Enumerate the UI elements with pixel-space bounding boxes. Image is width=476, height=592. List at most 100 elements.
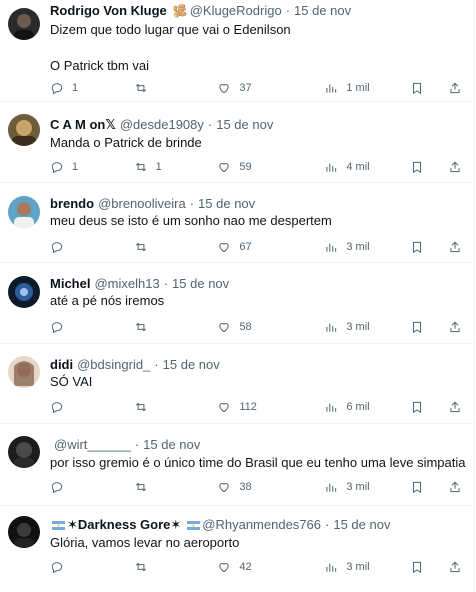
reply-icon [51,562,63,574]
bookmark-button[interactable] [410,160,424,174]
tweet[interactable]: brendo @brenooliveira · 15 de nov meu de… [0,183,474,263]
share-icon [450,321,460,333]
timestamp[interactable]: 15 de nov [294,2,351,20]
author-handle[interactable]: @KlugeRodrigo [190,2,282,20]
bookmark-button[interactable] [410,320,424,334]
like-button[interactable]: 38 [217,480,324,494]
share-button[interactable] [448,240,462,254]
avatar[interactable] [8,276,40,308]
bookmark-button[interactable] [410,400,424,414]
bookmark-button[interactable] [410,560,424,574]
dot-separator: · [163,276,169,291]
tweet-text: Dizem que todo lugar que vai o Edenilson… [50,22,291,73]
heart-icon [219,403,229,413]
tweet[interactable]: didi @bdsingrid_ · 15 de nov SÓ VAI 112 … [0,344,474,424]
views-button[interactable]: 3 mil [324,560,410,574]
author-handle[interactable]: @Rhyanmendes766 [202,516,321,534]
like-button[interactable]: 112 [217,400,324,414]
tweet[interactable]: @wirt______ · 15 de nov por isso gremio … [0,424,474,506]
reply-button[interactable]: 1 [50,160,134,174]
reply-button[interactable] [50,560,134,574]
bookmark-icon [413,241,421,254]
replies-feed: Rodrigo Von Kluge 🫚 @KlugeRodrigo · 15 d… [0,0,475,592]
retweet-button[interactable] [134,560,218,574]
views-button[interactable]: 3 mil [324,240,410,254]
like-button[interactable]: 42 [217,560,324,574]
avatar[interactable] [8,196,40,228]
share-icon [450,241,460,253]
tweet-text: Manda o Patrick de brinde [50,135,202,150]
views-icon [326,243,337,252]
views-icon [326,163,337,172]
emoji-icon: 🫚 [172,4,188,18]
avatar[interactable] [8,8,40,40]
retweet-button[interactable] [134,81,218,95]
author-name[interactable]: C A M on𝕏 [50,116,116,134]
retweet-icon [135,242,146,252]
dot-separator: · [134,437,140,452]
timestamp[interactable]: 15 de nov [163,356,220,374]
views-button[interactable]: 4 mil [324,160,410,174]
like-button[interactable]: 67 [217,240,324,254]
bookmark-button[interactable] [410,240,424,254]
share-button[interactable] [448,400,462,414]
retweet-button[interactable]: 1 [134,160,218,174]
reply-button[interactable]: 1 [50,81,134,95]
like-count: 58 [239,321,252,333]
retweet-button[interactable] [134,480,218,494]
author-name[interactable]: didi [50,356,73,374]
tweet[interactable]: Michel @mixelh13 · 15 de nov até a pé nó… [0,263,474,344]
reply-button[interactable] [50,320,134,334]
author-handle[interactable]: @bdsingrid_ [77,356,150,374]
reply-button[interactable] [50,400,134,414]
like-button[interactable]: 37 [217,81,324,95]
view-count: 3 mil [346,481,370,493]
author-handle[interactable]: @brenooliveira [98,195,186,213]
dot-separator: · [285,3,291,18]
retweet-icon [135,162,146,172]
share-button[interactable] [448,480,462,494]
author-handle[interactable]: @desde1908y [120,116,204,134]
timestamp[interactable]: 15 de nov [198,195,255,213]
retweet-button[interactable] [134,400,218,414]
tweet[interactable]: C A M on𝕏 @desde1908y · 15 de nov Manda … [0,102,474,183]
retweet-icon [135,402,146,412]
views-button[interactable]: 6 mil [324,400,410,414]
author-name[interactable]: brendo [50,195,94,213]
share-button[interactable] [448,560,462,574]
avatar[interactable] [8,114,40,146]
like-button[interactable]: 58 [217,320,324,334]
timestamp[interactable]: 15 de nov [143,436,200,454]
bookmark-button[interactable] [410,81,424,95]
author-name[interactable]: Michel [50,275,90,293]
like-button[interactable]: 59 [217,160,324,174]
views-button[interactable]: 3 mil [324,320,410,334]
reply-count: 1 [72,82,79,94]
share-button[interactable] [448,160,462,174]
bookmark-button[interactable] [410,480,424,494]
share-icon [450,561,460,573]
reply-button[interactable] [50,240,134,254]
bookmark-icon [413,161,421,174]
views-button[interactable]: 1 mil [324,81,410,95]
avatar[interactable] [8,436,40,468]
reply-button[interactable] [50,480,134,494]
timestamp[interactable]: 15 de nov [172,275,229,293]
author-name[interactable]: ✶Darkness Gore✶ [67,516,181,534]
share-button[interactable] [448,81,462,95]
tweet[interactable]: ✶Darkness Gore✶ @Rhyanmendes766 · 15 de … [0,506,474,592]
timestamp[interactable]: 15 de nov [216,116,273,134]
retweet-button[interactable] [134,320,218,334]
share-button[interactable] [448,320,462,334]
author-handle[interactable]: @wirt______ [54,436,131,454]
like-count: 42 [239,561,252,573]
timestamp[interactable]: 15 de nov [333,516,390,534]
author-name[interactable]: Rodrigo Von Kluge [50,2,167,20]
tweet-text: Glória, vamos levar no aeroporto [50,535,240,550]
views-button[interactable]: 3 mil [324,480,410,494]
author-handle[interactable]: @mixelh13 [94,275,159,293]
retweet-button[interactable] [134,240,218,254]
avatar[interactable] [8,356,40,388]
tweet[interactable]: Rodrigo Von Kluge 🫚 @KlugeRodrigo · 15 d… [0,0,474,102]
avatar[interactable] [8,516,40,548]
